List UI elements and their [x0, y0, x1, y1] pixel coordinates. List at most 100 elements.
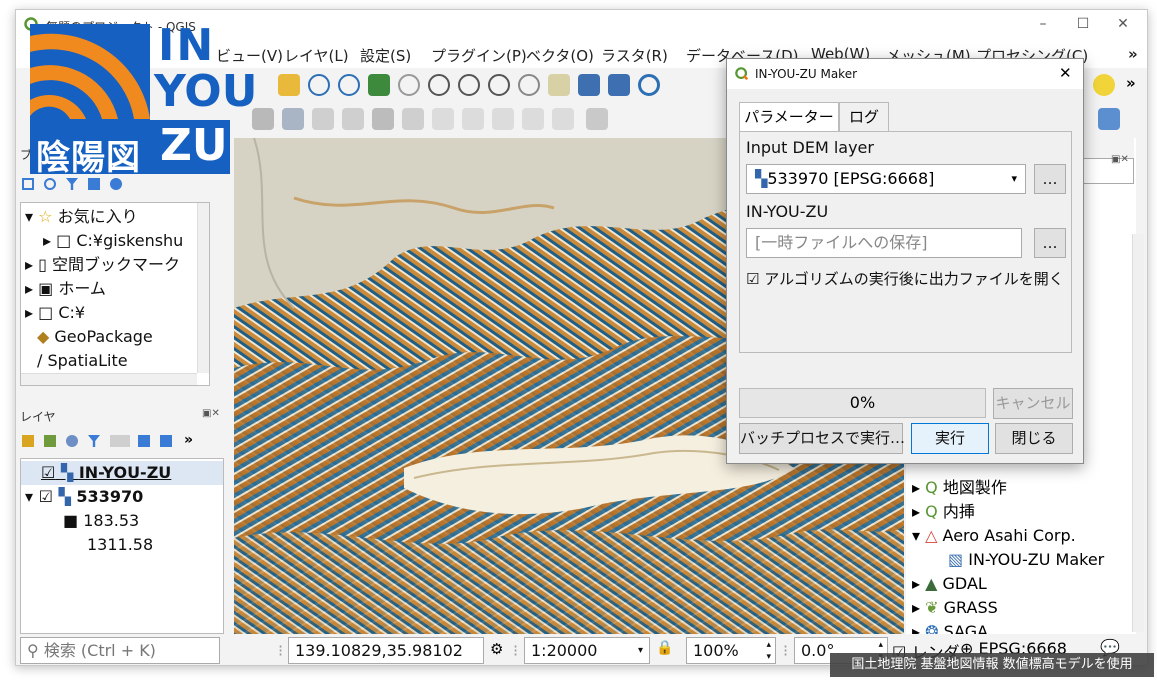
expand-arrow-icon[interactable]: ▸ — [25, 303, 38, 322]
output-file-input[interactable]: [一時ファイルへの保存] — [746, 228, 1022, 258]
save-edits-icon[interactable] — [282, 108, 304, 130]
expand-arrow-icon[interactable]: ▸ — [43, 231, 56, 250]
toolbox-float-close-icon[interactable]: ▣✕ — [1111, 154, 1129, 165]
toolbox-item-in-you-zu-maker[interactable]: ▧ IN-YOU-ZU Maker — [948, 548, 1104, 572]
style-manager-icon[interactable] — [22, 435, 34, 447]
minimize-button[interactable]: – — [1028, 16, 1058, 32]
zoom-in-icon[interactable] — [308, 74, 330, 96]
run-button[interactable]: 実行 — [911, 423, 989, 454]
expand-arrow-icon[interactable]: ▸ — [25, 255, 38, 274]
expand-arrow-icon[interactable]: ▾ — [25, 207, 38, 226]
dialog-close-icon[interactable]: ✕ — [1059, 64, 1072, 82]
tree-item-spatialite[interactable]: ∕ SpatiaLite — [37, 349, 128, 373]
copy-features-icon[interactable] — [462, 108, 484, 130]
filter-icon[interactable] — [66, 178, 78, 190]
layer-in-you-zu[interactable]: ☑ ▚ IN-YOU-ZU — [41, 461, 171, 485]
layer-533970[interactable]: ▾ ☑ ▚ 533970 — [25, 485, 143, 509]
open-output-checkbox[interactable]: ☑ アルゴリズムの実行後に出力ファイルを開く — [746, 268, 1064, 289]
tree-item-drive-c[interactable]: ▸ □ C:¥ — [25, 301, 85, 325]
properties-icon[interactable] — [110, 178, 122, 190]
toolbox-scrollbar[interactable] — [1132, 234, 1144, 632]
magnifier-field[interactable]: 100% ▴ ▾ — [686, 637, 776, 664]
layers-toolbar-overflow-icon[interactable]: » — [184, 432, 193, 448]
menu-layer[interactable]: レイヤ(L) — [284, 45, 349, 66]
new-bookmark-icon[interactable] — [548, 74, 570, 96]
menu-vector[interactable]: ベクタ(O) — [526, 45, 594, 66]
scale-combo[interactable]: 1:20000 ▾ — [524, 637, 650, 664]
checkbox-checked-icon[interactable]: ☑ — [746, 270, 764, 288]
redo-icon[interactable] — [552, 108, 574, 130]
tree-item-spatial-bookmarks[interactable]: ▸ ▯ 空間ブックマーク — [25, 253, 180, 277]
show-bookmarks-icon[interactable] — [578, 74, 600, 96]
tab-log[interactable]: ログ — [839, 102, 889, 132]
tree-item-giskenshu[interactable]: ▸ □ C:¥giskenshu — [43, 229, 183, 253]
tips-icon[interactable] — [1093, 74, 1115, 96]
cancel-button[interactable]: キャンセル — [993, 388, 1073, 419]
toolbox-item-interpolation[interactable]: ▸ Q 内挿 — [912, 500, 975, 524]
tree-item-favorites[interactable]: ▾ ☆ お気に入り — [25, 205, 138, 229]
zoom-full-icon[interactable] — [368, 74, 390, 96]
refresh-icon[interactable] — [638, 74, 660, 96]
expand-arrow-icon[interactable]: ▾ — [25, 487, 39, 506]
toolbar-overflow-icon[interactable]: » — [1126, 74, 1136, 92]
toolbox-item-cartography[interactable]: ▸ Q 地図製作 — [912, 476, 1007, 500]
filter-legend-icon[interactable] — [88, 435, 100, 447]
layer-visibility-checkbox[interactable]: ☑ — [39, 487, 53, 506]
expand-all-icon[interactable] — [138, 435, 150, 447]
toolbox-item-grass[interactable]: ▸ ❦ GRASS — [912, 596, 998, 620]
tab-parameters[interactable]: パラメーター — [739, 102, 839, 133]
expand-arrow-icon[interactable]: ▸ — [912, 598, 925, 617]
zoom-layer-icon[interactable] — [428, 74, 450, 96]
cut-features-icon[interactable] — [432, 108, 454, 130]
menu-settings[interactable]: 設定(S) — [360, 45, 411, 66]
maximize-button[interactable]: ☐ — [1068, 16, 1098, 32]
modify-attributes-icon[interactable] — [372, 108, 394, 130]
refresh-browser-icon[interactable] — [44, 178, 56, 190]
pan-to-selection-icon[interactable] — [278, 74, 300, 96]
menu-overflow[interactable]: » — [1128, 45, 1138, 63]
toolbox-item-aero-asahi[interactable]: ▾ △ Aero Asahi Corp. — [912, 524, 1076, 548]
close-button[interactable]: 閉じる — [995, 423, 1073, 454]
lock-scale-icon[interactable]: 🔒 — [656, 640, 673, 656]
zoom-selection-icon[interactable] — [398, 74, 420, 96]
chevron-down-icon[interactable]: ▾ — [638, 638, 643, 663]
add-feature-icon[interactable] — [312, 108, 334, 130]
zoom-native-icon[interactable] — [458, 74, 480, 96]
zoom-next-icon[interactable] — [518, 74, 540, 96]
collapse-all-layers-icon[interactable] — [160, 435, 172, 447]
spin-arrows-icon[interactable]: ▴▾ — [766, 639, 771, 663]
close-window-button[interactable]: ✕ — [1108, 16, 1138, 32]
layers-panel-float-close-icon[interactable]: ▣✕ — [202, 408, 220, 419]
delete-selected-icon[interactable] — [402, 108, 424, 130]
expand-arrow-icon[interactable]: ▾ — [912, 526, 925, 545]
expand-arrow-icon[interactable]: ▸ — [912, 502, 925, 521]
collapse-all-icon[interactable] — [88, 178, 100, 190]
dem-options-button[interactable]: … — [1034, 164, 1066, 194]
label-tool-icon[interactable] — [586, 108, 608, 130]
visibility-icon[interactable] — [66, 435, 78, 447]
browser-horizontal-scrollbar[interactable] — [21, 373, 197, 385]
layer-visibility-checkbox[interactable]: ☑ — [41, 463, 55, 482]
zoom-out-icon[interactable] — [338, 74, 360, 96]
coordinate-field[interactable]: 139.10829,35.98102 — [288, 637, 484, 664]
help-icon[interactable] — [1098, 108, 1120, 130]
add-selected-icon[interactable] — [22, 178, 34, 190]
tree-item-home[interactable]: ▸ ▣ ホーム — [25, 277, 106, 301]
vertex-tool-icon[interactable] — [342, 108, 364, 130]
output-browse-button[interactable]: … — [1034, 228, 1066, 258]
temporal-controller-icon[interactable] — [608, 74, 630, 96]
undo-icon[interactable] — [522, 108, 544, 130]
filter-expression-icon[interactable] — [110, 435, 130, 447]
chevron-down-icon[interactable]: ▾ — [1011, 165, 1017, 193]
locator-search-input[interactable]: ⚲ 検索 (Ctrl + K) — [20, 637, 220, 664]
dem-layer-combo[interactable]: ▚533970 [EPSG:6668] ▾ — [746, 164, 1026, 194]
browser-vertical-scrollbar[interactable] — [197, 203, 209, 373]
batch-process-button[interactable]: バッチプロセスで実行… — [739, 423, 905, 454]
add-group-icon[interactable] — [44, 435, 56, 447]
toggle-extents-icon[interactable]: ⚙ — [490, 640, 503, 658]
toolbox-item-gdal[interactable]: ▸ ▲ GDAL — [912, 572, 987, 596]
tree-item-geopackage[interactable]: ◆ GeoPackage — [37, 325, 153, 349]
zoom-last-icon[interactable] — [488, 74, 510, 96]
expand-arrow-icon[interactable]: ▸ — [912, 478, 925, 497]
expand-arrow-icon[interactable]: ▸ — [912, 574, 925, 593]
